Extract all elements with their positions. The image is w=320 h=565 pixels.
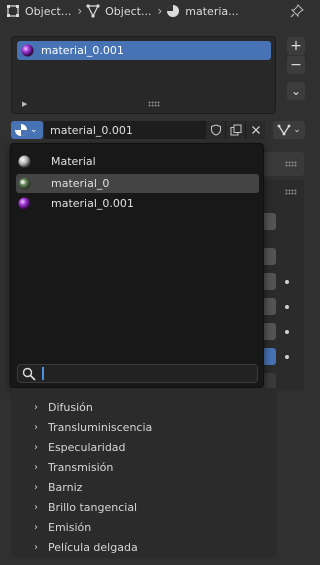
material-preview-white-icon [18, 155, 31, 168]
material-icon [167, 5, 180, 17]
material-icon [15, 124, 27, 136]
section-difusion[interactable]: › Difusión [34, 398, 93, 416]
section-label: Barniz [48, 480, 83, 494]
chevron-right-icon: › [157, 4, 163, 18]
section-pelicula-delgada[interactable]: › Película delgada [34, 538, 138, 556]
popup-item-material-0-001[interactable]: material_0.001 [16, 194, 259, 213]
node-tree-button[interactable]: ⌄ [273, 121, 305, 139]
breadcrumb-mesh-label: Object... [105, 4, 152, 18]
property-field[interactable] [262, 348, 276, 365]
chevron-right-icon: › [34, 461, 38, 473]
resize-grip-icon[interactable] [285, 189, 297, 195]
text-caret [42, 367, 44, 380]
material-slot-label: material_0.001 [41, 44, 124, 57]
material-slot-row[interactable]: material_0.001 [17, 41, 271, 60]
material-browse-popup: Material material_0 material_0.001 [10, 143, 264, 388]
section-brillo-tangencial[interactable]: › Brillo tangencial [34, 498, 137, 516]
section-label: Transmisión [48, 460, 114, 474]
material-name-field[interactable]: material_0.001 [44, 121, 205, 139]
keyframe-dot-icon[interactable] [285, 305, 289, 309]
object-icon [7, 5, 19, 17]
unlink-material-button[interactable] [245, 121, 265, 139]
section-label: Especularidad [48, 440, 126, 454]
plus-icon: + [290, 38, 302, 54]
chevron-down-icon: ⌄ [30, 125, 38, 135]
breadcrumb-object-label: Object... [25, 4, 72, 18]
pin-icon[interactable] [290, 4, 304, 18]
shield-icon [210, 124, 221, 136]
chevron-right-icon: › [34, 441, 38, 453]
popup-search-field[interactable] [17, 364, 258, 383]
expand-triangle-icon[interactable]: ▶ [22, 100, 27, 108]
section-emision[interactable]: › Emisión [34, 518, 91, 536]
breadcrumb-mesh[interactable]: Object... [86, 4, 151, 18]
keyframe-dot-icon[interactable] [285, 330, 289, 334]
resize-grip-icon[interactable] [285, 161, 297, 167]
breadcrumb-object[interactable]: Object... [6, 4, 71, 18]
chevron-right-icon: › [34, 401, 38, 413]
chevron-down-icon: ⌄ [293, 125, 301, 135]
keyframe-dot-icon[interactable] [285, 355, 289, 359]
chevron-right-icon: › [34, 541, 38, 553]
minus-icon: − [290, 57, 302, 73]
section-label: Transluminiscencia [48, 420, 153, 434]
section-transluminiscencia[interactable]: › Transluminiscencia [34, 418, 152, 436]
popup-item-label: Material [51, 155, 96, 168]
breadcrumb-material-label: materia... [185, 4, 239, 18]
section-especularidad[interactable]: › Especularidad [34, 438, 126, 456]
section-label: Emisión [48, 520, 92, 534]
duplicate-icon [230, 124, 241, 136]
chevron-right-icon: › [77, 4, 83, 18]
popup-item-material[interactable]: Material [16, 152, 259, 171]
material-preview-green-icon [18, 177, 31, 190]
popup-item-material-0[interactable]: material_0 [16, 174, 259, 193]
section-label: Difusión [48, 400, 93, 414]
duplicate-material-button[interactable] [225, 121, 245, 139]
breadcrumb-material[interactable]: materia... [166, 4, 239, 18]
add-slot-button[interactable]: + [287, 37, 305, 55]
chevron-right-icon: › [34, 421, 38, 433]
property-field[interactable] [262, 298, 276, 315]
chevron-down-icon: ⌄ [290, 84, 302, 98]
section-label: Película delgada [48, 540, 138, 554]
search-icon [22, 367, 36, 381]
property-field[interactable] [262, 248, 276, 265]
property-field[interactable] [262, 213, 276, 230]
properties-breadcrumb: Object... › Object... › materia... [0, 0, 314, 22]
popup-item-label: material_0.001 [51, 197, 134, 210]
section-barniz[interactable]: › Barniz [34, 478, 82, 496]
close-icon [251, 126, 260, 134]
popup-item-label: material_0 [51, 177, 110, 190]
section-label: Brillo tangencial [48, 500, 138, 514]
property-field[interactable] [262, 323, 276, 340]
resize-grip-icon[interactable] [148, 101, 160, 107]
material-preview-purple-icon [18, 197, 31, 210]
chevron-right-icon: › [34, 521, 38, 533]
browse-material-button[interactable]: ⌄ [11, 121, 43, 139]
mesh-data-icon [86, 4, 100, 18]
material-name-value: material_0.001 [50, 123, 133, 137]
material-slot-list: material_0.001 ▶ [11, 36, 276, 114]
property-field[interactable] [262, 273, 276, 290]
section-transmision[interactable]: › Transmisión [34, 458, 113, 476]
keyframe-dot-icon[interactable] [285, 280, 289, 284]
chevron-right-icon: › [34, 501, 38, 513]
fake-user-button[interactable] [205, 121, 225, 139]
remove-slot-button[interactable]: − [287, 56, 305, 74]
slot-specials-menu-button[interactable]: ⌄ [287, 82, 305, 100]
node-tree-icon [277, 124, 291, 136]
material-preview-purple-icon [21, 44, 34, 57]
chevron-right-icon: › [34, 481, 38, 493]
